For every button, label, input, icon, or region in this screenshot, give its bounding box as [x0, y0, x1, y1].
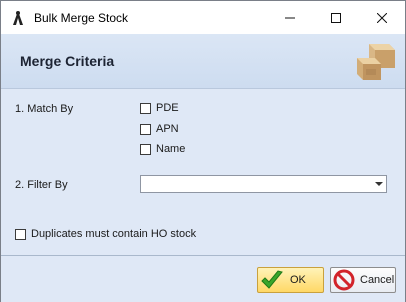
- duplicates-checkbox[interactable]: [15, 229, 26, 240]
- window-title: Bulk Merge Stock: [34, 11, 129, 25]
- name-label[interactable]: Name: [156, 143, 185, 155]
- maximize-button[interactable]: [313, 1, 359, 34]
- cancel-label: Cancel: [360, 274, 395, 286]
- maximize-icon: [331, 12, 341, 23]
- ok-label: OK: [290, 274, 306, 286]
- minimize-icon: [285, 17, 295, 18]
- title-bar: Bulk Merge Stock: [1, 1, 405, 34]
- checkmark-icon: [261, 270, 283, 289]
- duplicates-label[interactable]: Duplicates must contain HO stock: [31, 228, 196, 240]
- app-icon: [13, 11, 23, 25]
- name-checkbox[interactable]: [140, 144, 151, 155]
- pde-label[interactable]: PDE: [156, 102, 179, 114]
- minimize-button[interactable]: [267, 1, 313, 34]
- match-by-label: 1. Match By: [15, 103, 74, 115]
- close-icon: [377, 12, 387, 23]
- ok-button[interactable]: OK: [257, 267, 324, 293]
- cancel-icon: [333, 269, 355, 291]
- button-bar: OK Cancel: [1, 255, 405, 302]
- apn-label[interactable]: APN: [156, 123, 179, 135]
- filter-by-dropdown[interactable]: [140, 175, 387, 193]
- apn-checkbox[interactable]: [140, 124, 151, 135]
- criteria-header: Merge Criteria: [1, 34, 405, 89]
- bulk-merge-stock-dialog: Bulk Merge Stock Merge Criteria 1. Match…: [0, 0, 406, 302]
- filter-by-label: 2. Filter By: [15, 179, 68, 191]
- cancel-button[interactable]: Cancel: [330, 267, 396, 293]
- chevron-down-icon[interactable]: [375, 182, 383, 186]
- pde-checkbox[interactable]: [140, 103, 151, 114]
- stock-boxes-icon: [357, 44, 395, 80]
- header-title: Merge Criteria: [20, 53, 115, 69]
- criteria-panel: 1. Match By PDE APN Name 2. Filter By Du…: [1, 89, 405, 255]
- close-button[interactable]: [359, 1, 405, 34]
